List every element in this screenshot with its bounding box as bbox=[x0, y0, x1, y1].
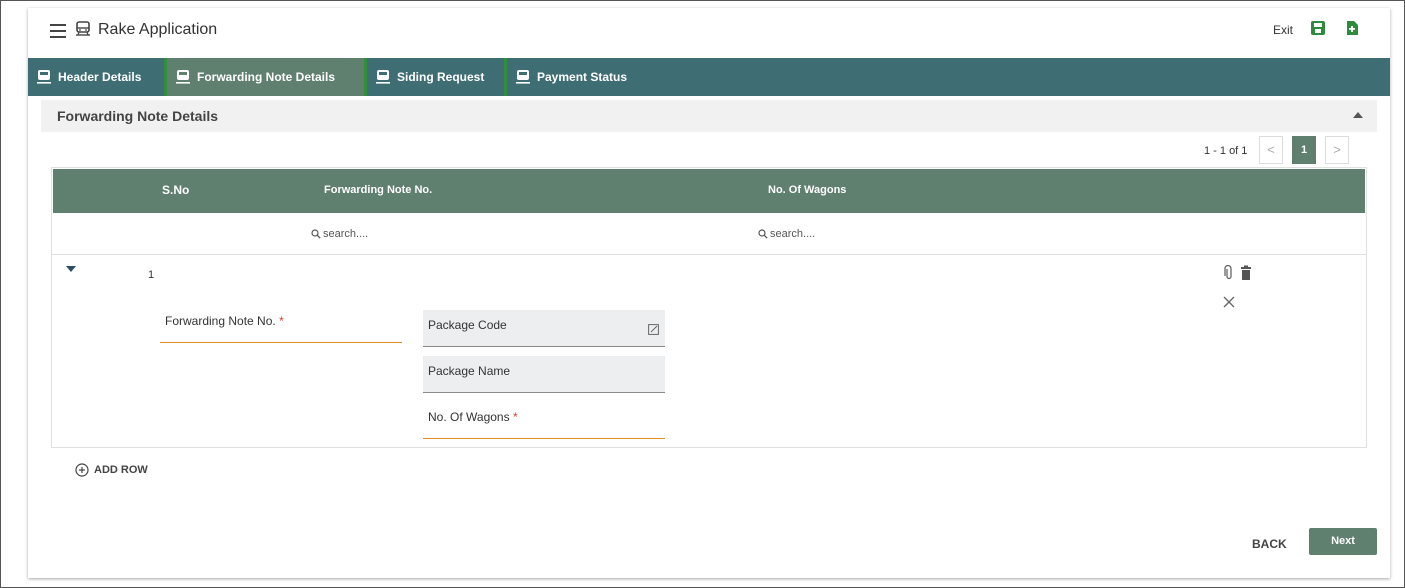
search-icon bbox=[758, 229, 768, 239]
tab-label: Siding Request bbox=[397, 70, 485, 84]
train-icon bbox=[176, 70, 190, 84]
tab-label: Header Details bbox=[58, 70, 142, 84]
column-header-forwarding-note[interactable]: Forwarding Note No. bbox=[324, 184, 432, 196]
next-page-button[interactable]: > bbox=[1325, 136, 1349, 164]
hamburger-menu-icon[interactable] bbox=[50, 24, 66, 38]
field-label: Forwarding Note No. * bbox=[165, 314, 284, 328]
next-button[interactable]: Next bbox=[1309, 528, 1377, 555]
close-icon[interactable] bbox=[1223, 296, 1235, 308]
tab-label: Forwarding Note Details bbox=[197, 70, 336, 84]
train-icon bbox=[376, 70, 390, 84]
required-marker: * bbox=[512, 410, 518, 424]
pagination-summary: 1 - 1 of 1 bbox=[1204, 145, 1248, 157]
app-card: Rake Application Exit Header Details For… bbox=[28, 8, 1390, 578]
search-icon bbox=[311, 229, 321, 239]
package-code-field[interactable]: Package Code bbox=[423, 310, 665, 347]
exit-link[interactable]: Exit bbox=[1273, 23, 1293, 37]
tab-label: Payment Status bbox=[537, 70, 628, 84]
column-header-wagons[interactable]: No. Of Wagons bbox=[768, 184, 846, 196]
column-header-sno[interactable]: S.No bbox=[162, 183, 189, 197]
forwarding-note-field[interactable]: Forwarding Note No. * bbox=[160, 306, 402, 343]
save-icon[interactable] bbox=[1309, 19, 1327, 37]
tab-bar: Header Details Forwarding Note Details S… bbox=[28, 58, 1390, 96]
collapse-icon[interactable] bbox=[1353, 112, 1363, 118]
train-icon bbox=[516, 70, 530, 84]
search-forwarding-note-input[interactable]: search.... bbox=[311, 228, 368, 240]
package-name-field[interactable]: Package Name bbox=[423, 356, 665, 393]
add-row-button[interactable]: ADD ROW bbox=[75, 463, 148, 477]
tab-header-details[interactable]: Header Details bbox=[28, 58, 164, 96]
train-icon bbox=[37, 70, 51, 84]
search-wagons-input[interactable]: search.... bbox=[758, 228, 815, 240]
field-label: No. Of Wagons * bbox=[428, 410, 518, 424]
add-row-label: ADD ROW bbox=[94, 464, 148, 476]
prev-page-button[interactable]: < bbox=[1259, 136, 1283, 164]
row-sno: 1 bbox=[148, 269, 155, 281]
page-1-button[interactable]: 1 bbox=[1292, 136, 1316, 164]
row-expand-icon[interactable] bbox=[66, 266, 76, 272]
tab-forwarding-note-details[interactable]: Forwarding Note Details bbox=[164, 58, 364, 96]
back-button[interactable]: BACK bbox=[1252, 537, 1287, 551]
field-label: Package Name bbox=[428, 364, 511, 378]
search-placeholder: search.... bbox=[323, 228, 369, 240]
tab-payment-status[interactable]: Payment Status bbox=[504, 58, 644, 96]
trash-icon[interactable] bbox=[1240, 265, 1252, 281]
open-lookup-icon[interactable] bbox=[648, 324, 659, 335]
tab-siding-request[interactable]: Siding Request bbox=[364, 58, 504, 96]
grid-header: S.No Forwarding Note No. No. Of Wagons bbox=[53, 169, 1365, 213]
forwarding-note-grid: S.No Forwarding Note No. No. Of Wagons s… bbox=[51, 167, 1367, 448]
section-title: Forwarding Note Details bbox=[57, 108, 219, 124]
required-marker: * bbox=[279, 314, 284, 328]
app-title: Rake Application bbox=[98, 21, 218, 38]
section-header: Forwarding Note Details bbox=[41, 100, 1377, 132]
add-document-icon[interactable] bbox=[1343, 19, 1361, 37]
top-bar: Rake Application Exit bbox=[28, 8, 1390, 58]
wagons-field[interactable]: No. Of Wagons * bbox=[423, 402, 665, 439]
train-icon bbox=[76, 21, 90, 36]
search-placeholder: search.... bbox=[770, 228, 816, 240]
paperclip-icon[interactable] bbox=[1223, 265, 1235, 281]
field-label: Package Code bbox=[428, 318, 507, 332]
grid-filter-row: search.... search.... bbox=[52, 214, 1366, 255]
plus-circle-icon bbox=[75, 463, 89, 477]
